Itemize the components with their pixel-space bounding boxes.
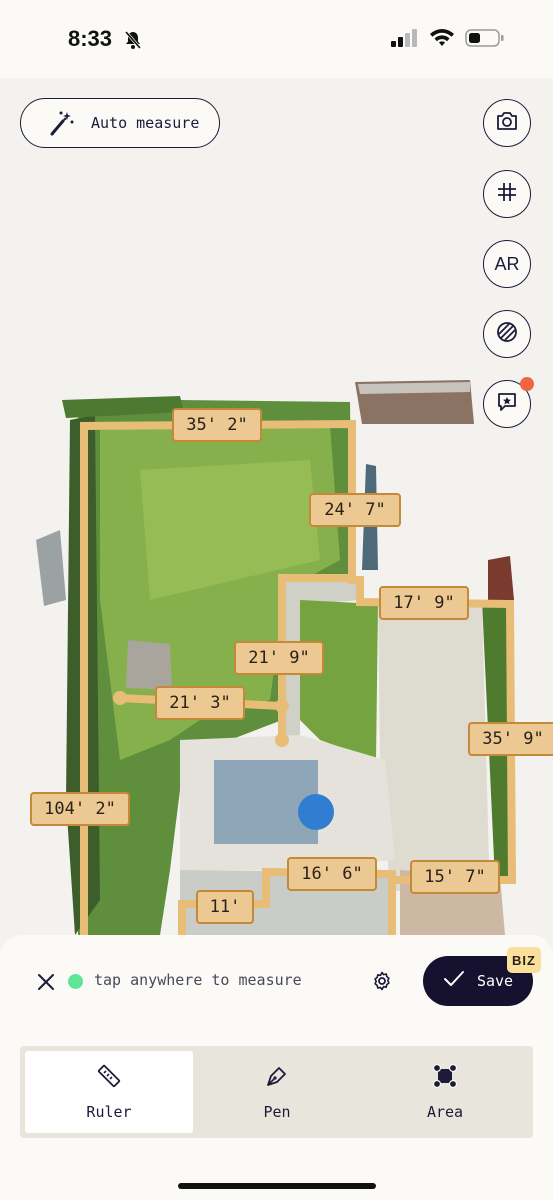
feedback-star-icon [496, 391, 518, 417]
battery-icon [465, 28, 505, 52]
measurement-label-bottom-center[interactable]: 16' 6" [287, 857, 377, 891]
auto-measure-button[interactable]: Auto measure [20, 98, 220, 148]
measurement-label-center-horizontal[interactable]: 21' 3" [155, 686, 245, 720]
camera-button[interactable] [483, 99, 531, 147]
measurement-label-bottom-left[interactable]: 11' [196, 890, 254, 924]
tool-tabs: Ruler Pen Area [20, 1046, 533, 1138]
measure-hint: tap anywhere to measure [94, 971, 302, 989]
save-label: Save [476, 972, 514, 990]
ruler-icon [96, 1063, 122, 1093]
settings-icon[interactable] [371, 970, 393, 992]
measurement-label-far-right[interactable]: 35' 9" [468, 722, 553, 756]
measurement-label-top[interactable]: 35' 2" [172, 408, 262, 442]
signal-icon [391, 29, 419, 51]
ar-button[interactable]: AR [483, 240, 531, 288]
status-icons [391, 28, 505, 52]
grid-button[interactable] [483, 170, 531, 218]
status-time: 8:33 [68, 26, 113, 51]
tab-pen[interactable]: Pen [193, 1051, 361, 1133]
tab-area[interactable]: Area [361, 1051, 529, 1133]
camera-icon [495, 110, 519, 136]
tab-area-label: Area [426, 1103, 464, 1121]
wifi-icon [429, 28, 455, 52]
measurement-label-left-total[interactable]: 104' 2" [30, 792, 130, 826]
tab-ruler-label: Ruler [86, 1103, 132, 1121]
measurement-label-center-vertical[interactable]: 21' 9" [234, 641, 324, 675]
pen-icon [264, 1063, 290, 1093]
home-indicator[interactable] [178, 1183, 376, 1189]
checkmark-icon [443, 970, 465, 992]
auto-measure-label: Auto measure [91, 114, 200, 132]
area-icon [432, 1063, 458, 1093]
ar-label: AR [494, 253, 520, 274]
notification-dot [520, 377, 534, 391]
texture-button[interactable] [483, 310, 531, 358]
texture-icon [495, 320, 519, 348]
grid-icon [496, 181, 518, 207]
status-dot [68, 974, 83, 989]
biz-badge: BIZ [507, 947, 541, 973]
tab-pen-label: Pen [263, 1103, 291, 1121]
magic-wand-icon [47, 109, 75, 137]
bell-slash-icon [124, 30, 142, 54]
feedback-button[interactable] [483, 377, 534, 428]
close-icon[interactable] [36, 972, 56, 992]
measurement-label-upper-right[interactable]: 24' 7" [309, 493, 401, 527]
status-bar: 8:33 [0, 0, 553, 78]
measurement-label-bottom-right[interactable]: 15' 7" [410, 860, 500, 894]
tab-ruler[interactable]: Ruler [25, 1051, 193, 1133]
measurement-label-right-mid[interactable]: 17' 9" [379, 586, 469, 620]
